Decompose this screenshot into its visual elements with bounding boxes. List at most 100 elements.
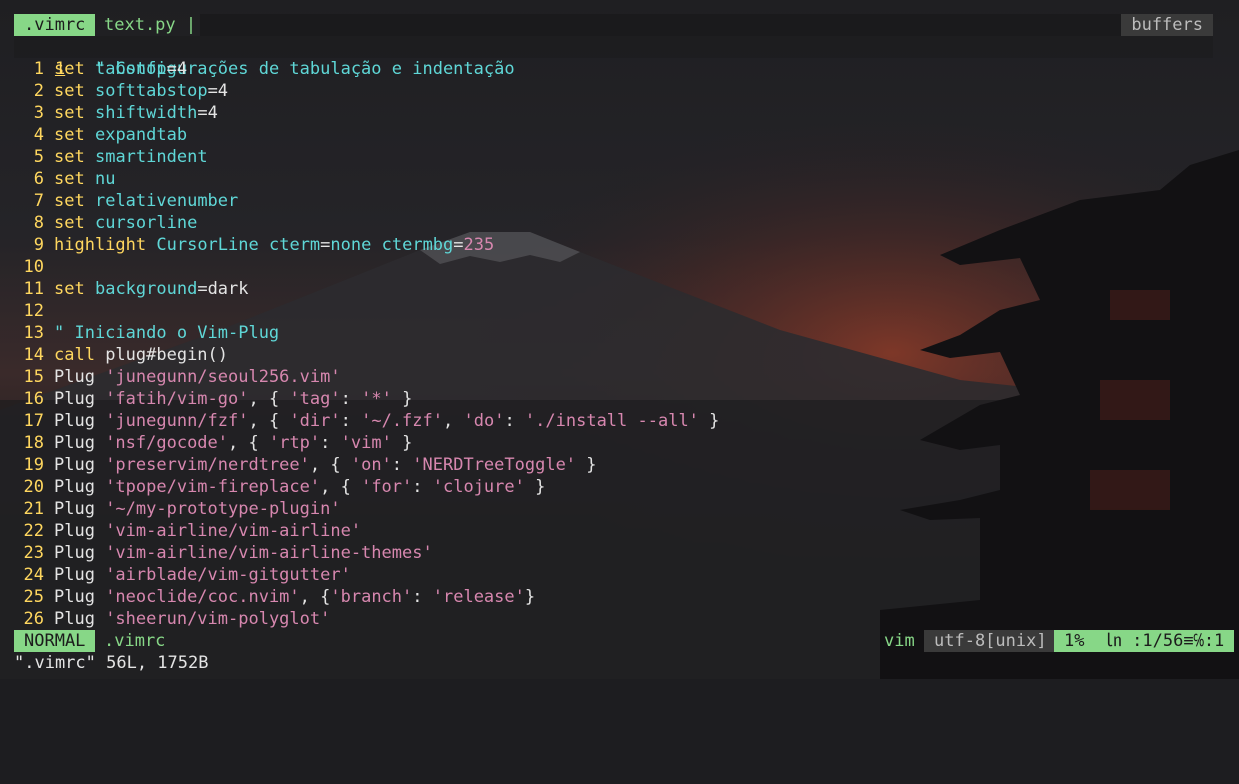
line-text: set background=dark <box>44 278 249 300</box>
line-number: 19 <box>23 455 44 475</box>
code-line[interactable]: 3 set shiftwidth=4 <box>14 102 1213 124</box>
line-number: 3 <box>33 103 44 123</box>
syntax-token: 'vim-airline/vim-airline-themes' <box>105 543 433 563</box>
line-text: Plug 'vim-airline/vim-airline-themes' <box>44 542 433 564</box>
buffers-indicator[interactable]: buffers <box>1121 14 1213 36</box>
code-line[interactable]: 25 Plug 'neoclide/coc.nvim', {'branch': '… <box>14 586 1213 608</box>
code-line[interactable]: 16 Plug 'fatih/vim-go', { 'tag': '*' } <box>14 388 1213 410</box>
status-encoding: utf-8[unix] <box>924 630 1057 652</box>
syntax-token: set <box>54 213 85 233</box>
syntax-token: smartindent <box>94 147 208 167</box>
line-number: 7 <box>33 191 44 211</box>
line-number: 14 <box>23 345 44 365</box>
code-line[interactable]: 10 <box>14 256 1213 278</box>
syntax-token: expandtab <box>94 125 188 145</box>
syntax-token: set <box>54 147 85 167</box>
syntax-token: 'dir' <box>289 411 341 431</box>
syntax-token: set <box>54 125 85 145</box>
syntax-token: : <box>504 411 525 431</box>
syntax-token <box>85 125 95 145</box>
line-text: set softtabstop=4 <box>44 80 228 102</box>
syntax-token: '~/my-prototype-plugin' <box>105 499 341 519</box>
statusline: NORMAL .vimrc vim utf-8[unix] 1% ㏑ :1/56… <box>14 630 1235 652</box>
cursor-line[interactable]: 1 " Configurações de tabulação e indentaç… <box>14 36 1213 79</box>
code-line[interactable]: 2 set softtabstop=4 <box>14 80 1213 102</box>
syntax-token: , { <box>309 455 351 475</box>
syntax-token: } <box>698 411 720 431</box>
line-number: 10 <box>23 257 44 277</box>
line-number: 1 <box>33 59 44 79</box>
line-number: 5 <box>33 147 44 167</box>
syntax-token: 'release' <box>432 587 525 607</box>
syntax-token: set <box>54 103 85 123</box>
code-line[interactable]: 12 <box>14 300 1213 322</box>
line-number: 11 <box>23 279 44 299</box>
syntax-token: 'fatih/vim-go' <box>105 389 249 409</box>
line-number: 12 <box>23 301 44 321</box>
line-text: Plug 'preservim/nerdtree', { 'on': 'NERD… <box>44 454 597 476</box>
code-line[interactable]: 26 Plug 'sheerun/vim-polyglot' <box>14 608 1213 630</box>
line-text: Plug 'sheerun/vim-polyglot' <box>44 608 330 630</box>
line-text: Plug 'airblade/vim-gitgutter' <box>44 564 351 586</box>
syntax-token: Plug <box>54 609 106 629</box>
line-number: 15 <box>23 367 44 387</box>
syntax-token: 'nsf/gocode' <box>105 433 229 453</box>
line-number: 6 <box>33 169 44 189</box>
code-line[interactable]: 8 set cursorline <box>14 212 1213 234</box>
syntax-token: , { <box>299 587 331 607</box>
line-text: Plug 'neoclide/coc.nvim', {'branch': 're… <box>44 586 535 608</box>
code-line[interactable]: 4 set expandtab <box>14 124 1213 146</box>
tabline-fill <box>200 14 1213 36</box>
code-line[interactable]: 13 " Iniciando o Vim-Plug <box>14 322 1213 344</box>
syntax-token: = <box>320 235 331 255</box>
syntax-token: none <box>330 235 372 255</box>
code-line[interactable]: 6 set nu <box>14 168 1213 190</box>
code-line[interactable]: 23 Plug 'vim-airline/vim-airline-themes' <box>14 542 1213 564</box>
syntax-token: = <box>453 235 464 255</box>
syntax-token: './install --all' <box>524 411 699 431</box>
code-line[interactable]: 15 Plug 'junegunn/seoul256.vim' <box>14 366 1213 388</box>
syntax-token <box>85 213 95 233</box>
code-line[interactable]: 19 Plug 'preservim/nerdtree', { 'on': 'NE… <box>14 454 1213 476</box>
syntax-token <box>259 235 269 255</box>
line-text: Plug '~/my-prototype-plugin' <box>44 498 341 520</box>
code-line[interactable]: 20 Plug 'tpope/vim-fireplace', { 'for': '… <box>14 476 1213 498</box>
syntax-token: set <box>54 191 85 211</box>
syntax-token: relativenumber <box>94 191 239 211</box>
code-line[interactable]: 17 Plug 'junegunn/fzf', { 'dir': '~/.fzf'… <box>14 410 1213 432</box>
syntax-token: : <box>340 411 362 431</box>
syntax-token: 'clojure' <box>432 477 525 497</box>
code-line[interactable]: 11 set background=dark <box>14 278 1213 300</box>
syntax-token: } <box>391 389 413 409</box>
tab-text-py[interactable]: text.py | <box>104 14 196 36</box>
code-line[interactable]: 1 set tabstop=4 <box>14 58 1213 80</box>
syntax-token: Plug <box>54 521 106 541</box>
code-line[interactable]: 7 set relativenumber <box>14 190 1213 212</box>
code-line[interactable]: 5 set smartindent <box>14 146 1213 168</box>
tab-vimrc[interactable]: .vimrc <box>14 14 96 36</box>
line-text: call plug#begin() <box>44 344 228 366</box>
syntax-token <box>85 59 95 79</box>
syntax-token: cursorline <box>94 213 198 233</box>
syntax-token: =4 <box>207 81 229 101</box>
code-line[interactable]: 24 Plug 'airblade/vim-gitgutter' <box>14 564 1213 586</box>
code-line[interactable]: 21 Plug '~/my-prototype-plugin' <box>14 498 1213 520</box>
syntax-token: Plug <box>54 389 106 409</box>
syntax-token: call <box>54 345 95 365</box>
line-text: highlight CursorLine cterm=none ctermbg=… <box>44 234 494 256</box>
line-number: 22 <box>23 521 44 541</box>
code-line[interactable]: 18 Plug 'nsf/gocode', { 'rtp': 'vim' } <box>14 432 1213 454</box>
line-text: Plug 'nsf/gocode', { 'rtp': 'vim' } <box>44 432 412 454</box>
syntax-token <box>85 81 95 101</box>
syntax-token <box>146 235 156 255</box>
syntax-token: plug#begin() <box>94 345 229 365</box>
line-number: 4 <box>33 125 44 145</box>
syntax-token: 'branch' <box>330 587 413 607</box>
line-text: set expandtab <box>44 124 187 146</box>
code-line[interactable]: 22 Plug 'vim-airline/vim-airline' <box>14 520 1213 542</box>
code-line[interactable]: 9 highlight CursorLine cterm=none ctermbg… <box>14 234 1213 256</box>
syntax-token: highlight <box>54 235 147 255</box>
code-line[interactable]: 14 call plug#begin() <box>14 344 1213 366</box>
line-number: 21 <box>23 499 44 519</box>
syntax-token: 'sheerun/vim-polyglot' <box>105 609 331 629</box>
